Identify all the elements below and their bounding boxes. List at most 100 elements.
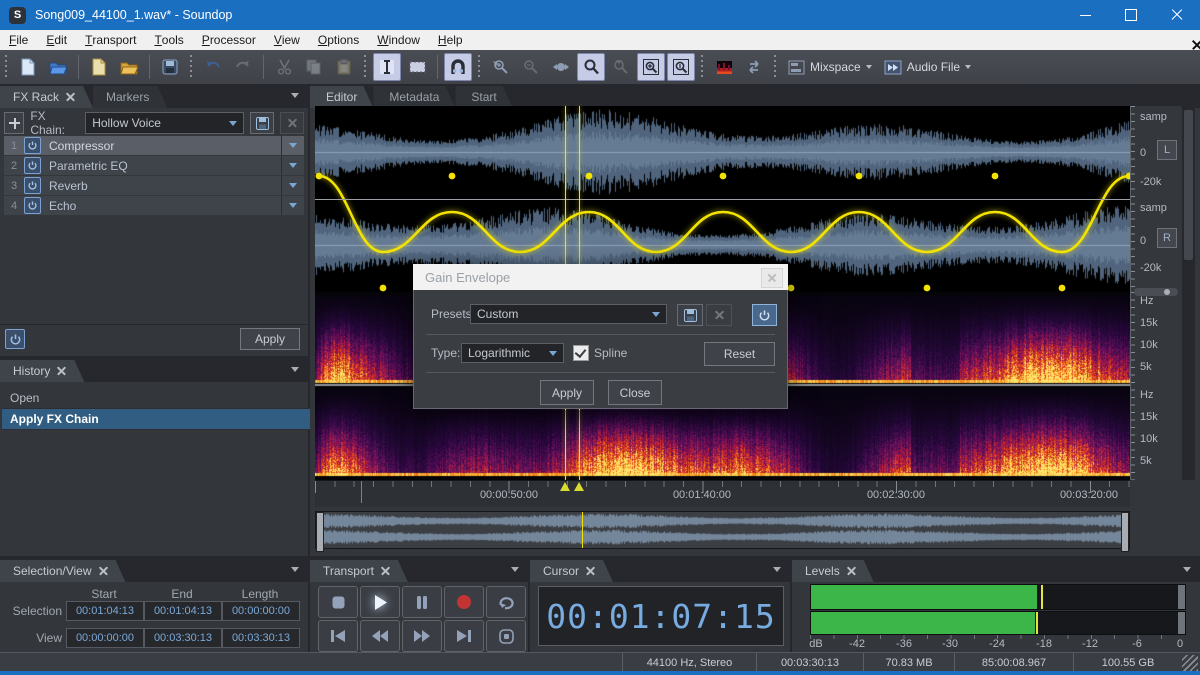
magnify-button[interactable] — [577, 53, 605, 81]
scrollbar-thumb[interactable] — [1184, 110, 1193, 260]
vertical-scrollbar[interactable] — [1182, 106, 1195, 480]
tab-close-icon[interactable] — [586, 567, 595, 576]
tab-cursor[interactable]: Cursor — [530, 560, 613, 582]
minimize-button[interactable] — [1062, 0, 1108, 30]
tab-close-icon[interactable] — [381, 567, 390, 576]
redo-button[interactable] — [229, 53, 257, 81]
paste-button[interactable] — [330, 53, 358, 81]
menu-file[interactable]: File — [0, 30, 37, 50]
toolbar-grip[interactable] — [700, 55, 705, 79]
spectral-view-button[interactable] — [710, 53, 738, 81]
selection-start-field[interactable]: 00:01:04:13 — [66, 601, 144, 621]
tab-levels[interactable]: Levels — [792, 560, 874, 582]
toolbar-grip[interactable] — [189, 55, 194, 79]
menu-edit[interactable]: Edit — [37, 30, 76, 50]
convert-sample-type-button[interactable] — [740, 53, 768, 81]
tab-markers[interactable]: Markers — [93, 86, 167, 108]
panel-menu-icon[interactable] — [291, 567, 299, 572]
go-end-button[interactable] — [444, 620, 484, 652]
menu-processor[interactable]: Processor — [193, 30, 265, 50]
new-file-button[interactable] — [14, 53, 42, 81]
fx-apply-button[interactable]: Apply — [240, 328, 300, 350]
cut-button[interactable] — [270, 53, 298, 81]
dialog-title-bar[interactable]: Gain Envelope — [413, 264, 788, 290]
add-fx-button[interactable] — [4, 112, 24, 134]
presets-select[interactable]: Custom — [470, 304, 667, 324]
zoom-in-vertical-button[interactable] — [667, 53, 695, 81]
fx-row[interactable]: 3 Reverb — [4, 176, 304, 195]
history-item[interactable]: Open — [2, 388, 314, 409]
power-icon[interactable] — [24, 177, 41, 194]
slider-handle[interactable] — [1164, 289, 1170, 295]
timeline-ruler[interactable]: 00:00:50:00 00:01:40:00 00:02:30:00 00:0… — [315, 480, 1130, 507]
tab-fx-rack[interactable]: FX Rack — [0, 86, 93, 108]
selection-end-field[interactable]: 00:01:04:13 — [144, 601, 222, 621]
tab-close-icon[interactable] — [57, 367, 66, 376]
marquee-selection-button[interactable] — [403, 53, 431, 81]
panel-menu-icon[interactable] — [511, 567, 519, 572]
toolbar-grip[interactable] — [363, 55, 368, 79]
panel-menu-icon[interactable] — [291, 367, 299, 372]
envelope-power-button[interactable] — [752, 304, 777, 326]
loop-button[interactable] — [486, 586, 526, 618]
open-file-button[interactable] — [44, 53, 72, 81]
tab-close-icon[interactable] — [66, 93, 75, 102]
save-chain-button[interactable] — [250, 112, 274, 134]
power-icon[interactable] — [24, 157, 41, 174]
view-end-field[interactable]: 00:03:30:13 — [144, 628, 222, 648]
tab-transport[interactable]: Transport — [310, 560, 408, 582]
stop-all-button[interactable] — [486, 620, 526, 652]
fx-row[interactable]: 4 Echo — [4, 196, 304, 215]
cursor-marker[interactable] — [574, 482, 584, 491]
snap-magnet-button[interactable] — [444, 53, 472, 81]
fx-preset-dropdown[interactable] — [281, 196, 304, 215]
type-select[interactable]: Logarithmic — [461, 343, 564, 363]
spline-checkbox[interactable] — [573, 345, 589, 361]
audio-file-button[interactable]: Audio File — [884, 60, 971, 75]
zoom-out-time-button[interactable] — [517, 53, 545, 81]
resize-grip[interactable] — [1182, 655, 1198, 671]
view-range-handle-right[interactable] — [1121, 512, 1129, 552]
overview-waveform[interactable] — [322, 512, 1123, 548]
apply-button[interactable]: Apply — [540, 380, 594, 405]
channel-right-button[interactable]: R — [1157, 228, 1177, 248]
zoom-in-horizontal-button[interactable] — [637, 53, 665, 81]
fx-preset-dropdown[interactable] — [281, 176, 304, 195]
fx-preset-dropdown[interactable] — [281, 156, 304, 175]
fx-chain-select[interactable]: Hollow Voice — [85, 112, 244, 134]
selection-length-field[interactable]: 00:00:00:00 — [222, 601, 300, 621]
menu-options[interactable]: Options — [309, 30, 368, 50]
fx-row[interactable]: 2 Parametric EQ — [4, 156, 304, 175]
time-selection-button[interactable] — [373, 53, 401, 81]
save-preset-button[interactable] — [677, 304, 703, 326]
stop-button[interactable] — [318, 586, 358, 618]
zoom-out-button[interactable] — [607, 53, 635, 81]
tab-close-icon[interactable] — [847, 567, 856, 576]
menu-view[interactable]: View — [265, 30, 309, 50]
rewind-button[interactable] — [360, 620, 400, 652]
reset-button[interactable]: Reset — [704, 342, 775, 366]
dialog-close-button[interactable] — [761, 268, 783, 288]
maximize-button[interactable] — [1108, 0, 1154, 30]
power-icon[interactable] — [24, 197, 41, 214]
tab-close-icon[interactable] — [99, 567, 108, 576]
vertical-zoom-slider[interactable] — [1134, 288, 1178, 296]
tab-metadata[interactable]: Metadata — [373, 86, 455, 108]
channel-left-button[interactable]: L — [1157, 140, 1177, 160]
undo-button[interactable] — [199, 53, 227, 81]
zoom-in-time-button[interactable] — [487, 53, 515, 81]
panel-menu-icon[interactable] — [1183, 567, 1191, 572]
panel-menu-icon[interactable] — [291, 93, 299, 98]
view-range-handle-left[interactable] — [316, 512, 324, 552]
overview-navigator[interactable] — [315, 511, 1130, 549]
save-button[interactable] — [156, 53, 184, 81]
selection-marker[interactable] — [560, 482, 570, 491]
copy-button[interactable] — [300, 53, 328, 81]
fx-row[interactable]: 1 Compressor — [4, 136, 304, 155]
toolbar-grip[interactable] — [4, 55, 9, 79]
close-button[interactable] — [1154, 0, 1200, 30]
record-button[interactable] — [444, 586, 484, 618]
open-doc-button[interactable] — [115, 53, 143, 81]
tab-start[interactable]: Start — [455, 86, 512, 108]
view-length-field[interactable]: 00:03:30:13 — [222, 628, 300, 648]
